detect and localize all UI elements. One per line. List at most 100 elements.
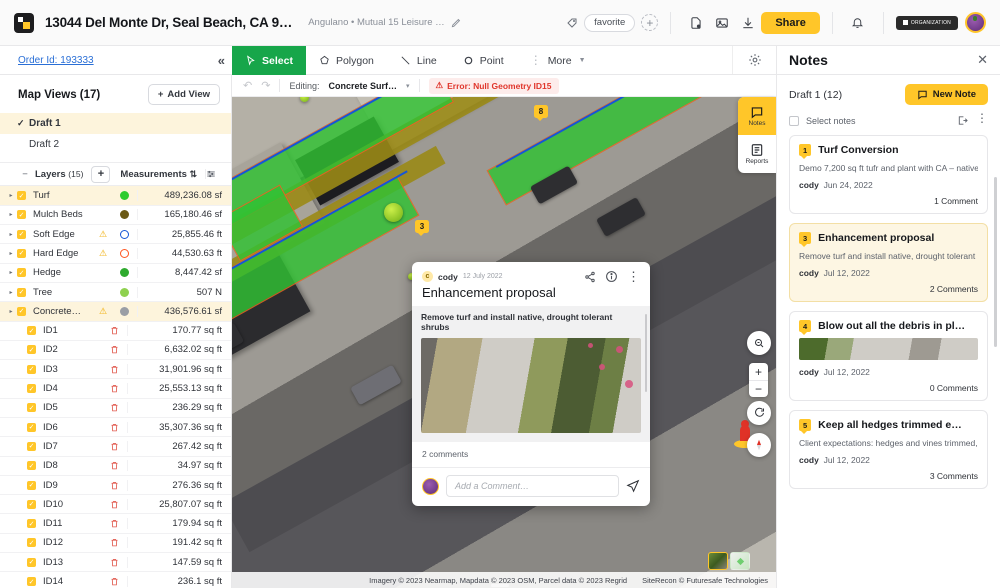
more-vertical-icon[interactable]: ⋮	[976, 115, 988, 126]
basemap-satellite-tile[interactable]	[708, 552, 728, 570]
map-marker-3[interactable]: 3	[415, 220, 429, 233]
layer-visibility-checkbox[interactable]: ✓	[17, 268, 26, 277]
geometry-error-badge[interactable]: ⚠ Error: Null Geometry ID15	[429, 78, 559, 94]
note-card[interactable]: 5Keep all hedges trimmed e…Client expect…	[789, 410, 988, 489]
layer-color-swatch[interactable]	[111, 288, 137, 297]
layer-child-row[interactable]: ✓ID425,553.13 sq ft	[0, 379, 231, 398]
close-icon[interactable]: ✕	[977, 52, 988, 68]
layer-visibility-checkbox[interactable]: ✓	[27, 481, 36, 490]
note-card[interactable]: 1Turf ConversionDemo 7,200 sq ft tufr an…	[789, 135, 988, 214]
pencil-icon[interactable]	[451, 17, 462, 28]
zoom-out-button[interactable]: −	[749, 380, 768, 397]
layer-visibility-checkbox[interactable]: ✓	[17, 230, 26, 239]
layer-visibility-checkbox[interactable]: ✓	[27, 500, 36, 509]
tree-marker[interactable]	[384, 203, 403, 222]
collapse-layers-icon[interactable]: −	[18, 169, 32, 180]
undo-icon[interactable]: ↶	[243, 79, 252, 92]
layer-child-row[interactable]: ✓ID13147.59 sq ft	[0, 553, 231, 572]
layer-visibility-checkbox[interactable]: ✓	[17, 210, 26, 219]
redo-icon[interactable]: ↷	[261, 79, 270, 92]
send-icon[interactable]	[626, 479, 640, 493]
layer-child-row[interactable]: ✓ID331,901.96 sq ft	[0, 360, 231, 379]
layer-visibility-checkbox[interactable]: ✓	[27, 384, 36, 393]
popup-photo[interactable]	[421, 338, 641, 433]
share-nodes-icon[interactable]	[584, 271, 596, 283]
settings-button[interactable]	[732, 46, 776, 74]
delete-geometry-button[interactable]	[101, 519, 127, 528]
layer-row[interactable]: ▸✓Concrete…⚠436,576.61 sf	[0, 302, 231, 321]
image-icon[interactable]	[709, 10, 735, 36]
basemap-switcher-icon[interactable]	[708, 552, 750, 570]
new-note-button[interactable]: New Note	[905, 84, 988, 105]
map-search-icon[interactable]	[747, 331, 771, 355]
layer-child-row[interactable]: ✓ID12191.42 sq ft	[0, 534, 231, 553]
delete-geometry-button[interactable]	[101, 481, 127, 490]
basemap-vector-tile[interactable]	[730, 552, 750, 570]
layer-child-row[interactable]: ✓ID5236.29 sq ft	[0, 399, 231, 418]
layer-child-row[interactable]: ✓ID11179.94 sq ft	[0, 514, 231, 533]
popup-scrollbar[interactable]	[645, 314, 648, 392]
delete-geometry-button[interactable]	[101, 500, 127, 509]
expand-caret-icon[interactable]: ▸	[5, 308, 17, 315]
select-notes-checkbox[interactable]	[789, 116, 799, 126]
layer-visibility-checkbox[interactable]: ✓	[17, 249, 26, 258]
layer-visibility-checkbox[interactable]: ✓	[27, 423, 36, 432]
more-vertical-icon[interactable]: ⋮	[627, 273, 640, 281]
layer-visibility-checkbox[interactable]: ✓	[17, 307, 26, 316]
layer-color-swatch[interactable]	[111, 191, 137, 200]
tool-select[interactable]: Select	[232, 46, 306, 75]
layer-row[interactable]: ▸✓Tree507 N	[0, 283, 231, 302]
delete-geometry-button[interactable]	[101, 461, 127, 470]
rotate-icon[interactable]	[747, 401, 771, 425]
layer-visibility-checkbox[interactable]: ✓	[27, 538, 36, 547]
tool-polygon[interactable]: Polygon	[306, 46, 387, 75]
layer-visibility-checkbox[interactable]: ✓	[27, 326, 36, 335]
layer-visibility-checkbox[interactable]: ✓	[27, 461, 36, 470]
avatar[interactable]	[965, 12, 986, 33]
tag-icon[interactable]	[566, 17, 578, 29]
layer-row[interactable]: ▸✓Hard Edge⚠44,530.63 ft	[0, 244, 231, 263]
collapse-left-icon[interactable]: «	[218, 53, 223, 68]
expand-caret-icon[interactable]: ▸	[5, 192, 17, 199]
layer-visibility-checkbox[interactable]: ✓	[27, 345, 36, 354]
layer-visibility-checkbox[interactable]: ✓	[17, 191, 26, 200]
layer-child-row[interactable]: ✓ID14236.1 sq ft	[0, 572, 231, 588]
layer-visibility-checkbox[interactable]: ✓	[27, 403, 36, 412]
expand-caret-icon[interactable]: ▸	[5, 250, 17, 257]
notification-bell-icon[interactable]	[845, 10, 871, 36]
notes-scrollbar[interactable]	[994, 177, 997, 347]
map-marker-8[interactable]: 8	[534, 105, 548, 118]
zoom-controls[interactable]: + −	[749, 363, 768, 397]
map-canvas[interactable]: 8 3 ↶ ↷ Editing: Concrete Surf… ▾ ⚠ Erro…	[232, 75, 776, 588]
delete-geometry-button[interactable]	[101, 384, 127, 393]
layer-warning-icon[interactable]: ⚠	[99, 229, 111, 240]
rail-notes-button[interactable]: Notes	[738, 97, 776, 135]
layer-color-swatch[interactable]	[111, 249, 137, 258]
favorite-tag[interactable]: favorite	[584, 14, 635, 32]
delete-geometry-button[interactable]	[101, 558, 127, 567]
rail-reports-button[interactable]: Reports	[738, 135, 776, 173]
sort-icon[interactable]: ⇅	[189, 169, 197, 180]
tool-point[interactable]: Point	[450, 46, 517, 75]
org-chip[interactable]: ORGANIZATION	[896, 16, 958, 30]
layer-visibility-checkbox[interactable]: ✓	[27, 365, 36, 374]
layer-visibility-checkbox[interactable]: ✓	[27, 442, 36, 451]
layer-visibility-checkbox[interactable]: ✓	[27, 577, 36, 586]
layer-child-row[interactable]: ✓ID635,307.36 sq ft	[0, 418, 231, 437]
layer-child-row[interactable]: ✓ID7267.42 sq ft	[0, 437, 231, 456]
map-view-draft-1[interactable]: ✓ Draft 1	[0, 113, 231, 134]
compass-north-icon[interactable]	[747, 433, 771, 457]
delete-geometry-button[interactable]	[101, 326, 127, 335]
layer-child-row[interactable]: ✓ID26,632.02 sq ft	[0, 341, 231, 360]
layer-list[interactable]: ▸✓Turf489,236.08 sf▸✓Mulch Beds165,180.4…	[0, 186, 231, 588]
layer-color-swatch[interactable]	[111, 210, 137, 219]
map-view-draft-2[interactable]: Draft 2	[0, 134, 231, 155]
layer-child-row[interactable]: ✓ID9276.36 sq ft	[0, 476, 231, 495]
editing-layer-value[interactable]: Concrete Surf…	[328, 81, 397, 91]
layer-child-row[interactable]: ✓ID1025,807.07 sq ft	[0, 495, 231, 514]
layer-warning-icon[interactable]: ⚠	[99, 248, 111, 259]
expand-caret-icon[interactable]: ▸	[5, 289, 17, 296]
layer-child-row[interactable]: ✓ID1170.77 sq ft	[0, 322, 231, 341]
zoom-in-button[interactable]: +	[749, 363, 768, 380]
expand-caret-icon[interactable]: ▸	[5, 269, 17, 276]
